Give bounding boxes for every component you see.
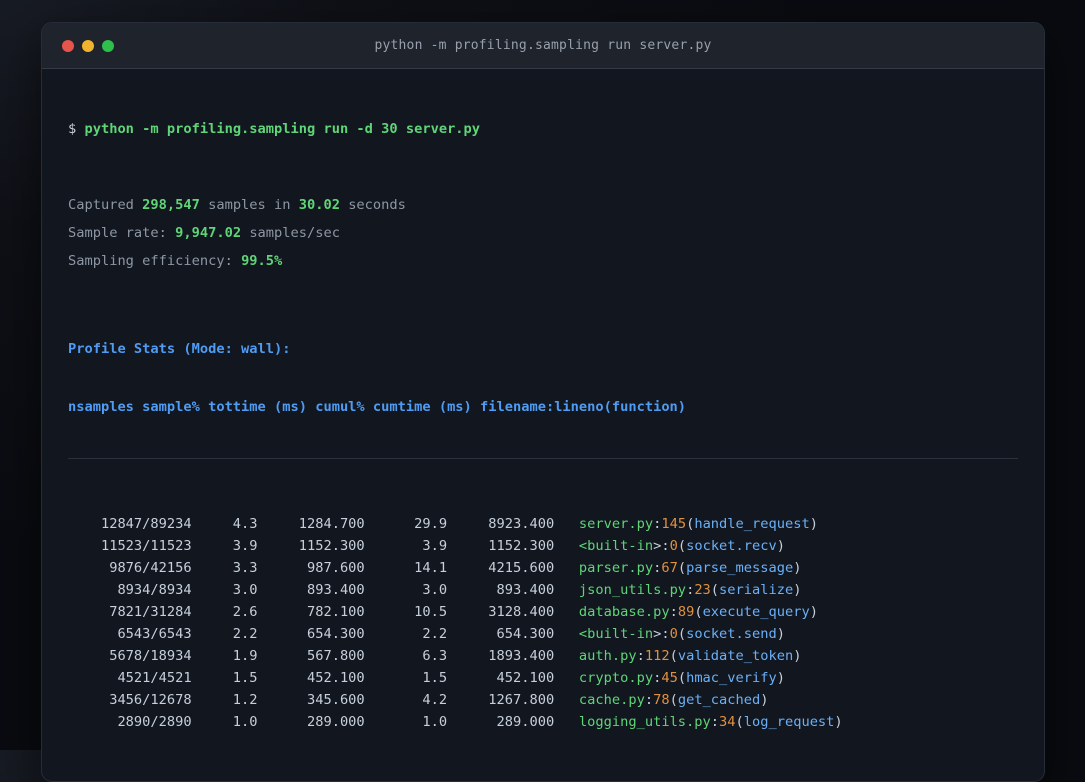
command-line: $ python -m profiling.sampling run -d 30…	[68, 115, 1018, 143]
close-button-icon[interactable]	[62, 39, 74, 52]
table-divider	[68, 458, 1018, 459]
window-title: python -m profiling.sampling run server.…	[374, 38, 712, 53]
stat-line: Captured 298,547 samples in 30.02 second…	[68, 197, 406, 213]
profile-row: 2890/2890 1.0 289.000 1.0 289.000 loggin…	[68, 714, 843, 730]
profile-row: 6543/6543 2.2 654.300 2.2 654.300 <built…	[68, 626, 785, 642]
profile-row: 5678/18934 1.9 567.800 6.3 1893.400 auth…	[68, 648, 802, 664]
command-text: python -m profiling.sampling run -d 30 s…	[84, 121, 481, 137]
stat-line: Sampling efficiency: 99.5%	[68, 253, 283, 269]
profile-row: 7821/31284 2.6 782.100 10.5 3128.400 dat…	[68, 604, 818, 620]
terminal-window: python -m profiling.sampling run server.…	[41, 22, 1045, 782]
profile-row: 4521/4521 1.5 452.100 1.5 452.100 crypto…	[68, 670, 785, 686]
profile-row: 9876/42156 3.3 987.600 14.1 4215.600 par…	[68, 560, 802, 576]
minimize-button-icon[interactable]	[82, 39, 94, 52]
traffic-lights	[62, 23, 114, 68]
stat-line: Sample rate: 9,947.02 samples/sec	[68, 225, 340, 241]
terminal-output[interactable]: $ python -m profiling.sampling run -d 30…	[42, 69, 1044, 781]
profile-row: 3456/12678 1.2 345.600 4.2 1267.800 cach…	[68, 692, 769, 708]
profile-columns-header: nsamples sample% tottime (ms) cumul% cum…	[68, 399, 687, 415]
profile-row: 11523/11523 3.9 1152.300 3.9 1152.300 <b…	[68, 538, 785, 554]
prompt-symbol: $	[68, 121, 85, 137]
profile-row: 8934/8934 3.0 893.400 3.0 893.400 json_u…	[68, 582, 802, 598]
profile-table: 12847/89234 4.3 1284.700 29.9 8923.400 s…	[68, 513, 1018, 733]
profile-stats-heading: Profile Stats (Mode: wall):	[68, 341, 291, 357]
capture-stats: Captured 298,547 samples in 30.02 second…	[68, 191, 1018, 275]
titlebar[interactable]: python -m profiling.sampling run server.…	[42, 23, 1044, 69]
maximize-button-icon[interactable]	[102, 39, 114, 52]
profile-row: 12847/89234 4.3 1284.700 29.9 8923.400 s…	[68, 516, 818, 532]
